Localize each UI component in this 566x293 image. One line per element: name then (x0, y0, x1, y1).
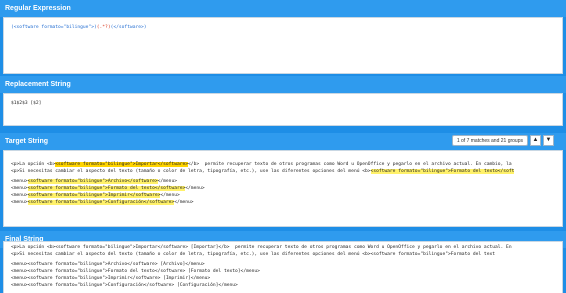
match-highlight: <software formato="bilingue">Formato del… (27, 186, 186, 191)
target-input[interactable]: <p>La opción <b><software formato="bilin… (3, 150, 563, 227)
final-line: <menu><software formato="bilingue">Impri… (11, 276, 211, 281)
replacement-panel-header: Replacement String (0, 76, 566, 93)
final-line: <menu><software formato="bilingue">Archi… (11, 262, 205, 267)
match-count: 1 of 7 matches and 21 groups (451, 135, 528, 146)
regex-input[interactable]: (<software formato="bilingue">)(.*?)(</s… (3, 17, 563, 74)
text-segment: </menu> (185, 186, 205, 191)
down-arrow-icon: ▼ (545, 137, 552, 143)
final-line: <menu><software formato="bilingue">Confi… (11, 283, 238, 288)
match-highlight: <software formato="bilingue">Importar</s… (55, 162, 189, 167)
regex-group-3: (</software>) (110, 25, 147, 30)
target-line: <p>Si necesitas cambiar el aspecto del t… (11, 168, 562, 175)
text-segment: </menu> (174, 200, 194, 205)
match-highlight: <software formato="bilingue">Formato del… (370, 169, 515, 174)
final-line: <p>La opción <b><software formato="bilin… (11, 245, 512, 250)
text-segment: <menu> (11, 193, 28, 198)
regex-text: (<software formato="bilingue">)(.*?)(</s… (4, 18, 562, 31)
up-arrow-icon: ▲ (532, 137, 539, 143)
target-line: <menu><software formato="bilingue">Forma… (11, 185, 562, 192)
text-segment: </b> permite recuperar texto de otros pr… (188, 162, 512, 167)
replacement-input[interactable]: $1$2$3 [$2] (3, 93, 563, 126)
target-panel-title: Target String (5, 138, 49, 145)
text-segment: </menu> (160, 193, 180, 198)
text-segment: </menu> (157, 179, 177, 184)
target-line: <menu><software formato="bilingue">Impri… (11, 192, 562, 199)
match-highlight: <software formato="bilingue">Configuraci… (27, 200, 175, 205)
text-segment: <menu> (11, 186, 28, 191)
regex-group-2: (.*?) (96, 25, 111, 30)
regex-panel-title: Regular Expression (5, 5, 71, 12)
replacement-text: $1$2$3 [$2] (11, 101, 42, 106)
text-segment: <p>La opción <b> (11, 162, 56, 167)
match-highlight: <software formato="bilingue">Imprimir</s… (27, 193, 161, 198)
previous-match-button[interactable]: ▲ (530, 135, 541, 146)
regex-panel-header: Regular Expression (0, 0, 566, 17)
text-segment: <menu> (11, 200, 28, 205)
regex-group-1: (<software formato="bilingue">) (11, 25, 97, 30)
target-line: <p>La opción <b><software formato="bilin… (11, 161, 562, 168)
match-navigator: 1 of 7 matches and 21 groups ▲ ▼ (451, 135, 554, 146)
final-line: <p>Si necesitas cambiar el aspecto del t… (11, 252, 495, 257)
text-segment: <menu> (11, 179, 28, 184)
text-segment: <p>Si necesitas cambiar el aspecto del t… (11, 169, 371, 174)
replacement-panel-title: Replacement String (5, 81, 71, 88)
target-line: <menu><software formato="bilingue">Archi… (11, 178, 562, 185)
target-line: <menu><software formato="bilingue">Confi… (11, 199, 562, 206)
next-match-button[interactable]: ▼ (543, 135, 554, 146)
match-highlight: <software formato="bilingue">Archivo</so… (27, 179, 158, 184)
final-output[interactable]: <p>La opción <b><software formato="bilin… (3, 241, 563, 293)
final-line: <menu><software formato="bilingue">Forma… (11, 269, 260, 274)
